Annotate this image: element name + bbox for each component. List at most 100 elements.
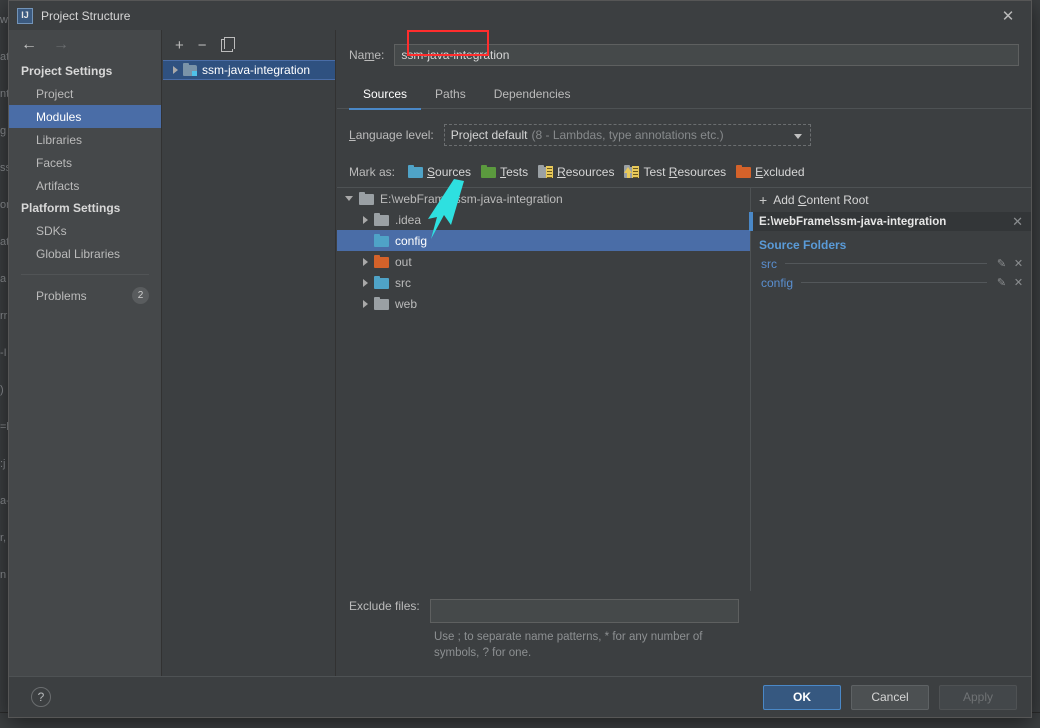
remove-module-button[interactable]: −: [198, 38, 207, 53]
module-name-row: Name:: [337, 30, 1031, 66]
remove-source-folder-icon[interactable]: ✕: [1012, 276, 1025, 289]
mark-as-sources-button[interactable]: Sources: [403, 162, 476, 182]
add-content-root-button[interactable]: + Add Content Root: [751, 188, 1031, 212]
tab-paths[interactable]: Paths: [421, 82, 480, 109]
sidebar-item-modules[interactable]: Modules: [9, 105, 161, 128]
exclude-files-block: Exclude files: Use ; to separate name pa…: [337, 591, 751, 659]
add-module-button[interactable]: +: [175, 38, 184, 53]
apply-button[interactable]: Apply: [939, 684, 1017, 710]
content-root-tree-node[interactable]: web: [337, 293, 750, 314]
language-level-row: Language level: Project default (8 - Lam…: [337, 109, 1031, 146]
folder-green-icon: [481, 165, 497, 178]
modules-toolbar: + −: [163, 30, 335, 53]
source-folder-row[interactable]: src ✎ ✕: [751, 254, 1031, 273]
sidebar-item-artifacts[interactable]: Artifacts: [9, 174, 161, 197]
mark-as-test-resources-label: Test Resources: [643, 165, 727, 179]
module-name-input[interactable]: [394, 44, 1019, 66]
sidebar-item-problems-label: Problems: [36, 288, 87, 303]
intellij-idea-icon: IJ: [17, 7, 33, 24]
modules-list-panel: + − ssm-java-integration: [163, 30, 336, 678]
content-root-tree-node-label: src: [395, 275, 411, 290]
source-folders-title: Source Folders: [759, 238, 847, 252]
source-folder-name: src: [761, 256, 777, 271]
mark-as-resources-label: Resources: [557, 165, 615, 179]
module-tree-item[interactable]: ssm-java-integration: [163, 60, 335, 80]
pencil-icon[interactable]: ✎: [995, 257, 1008, 270]
content-root-tree-node-label: out: [395, 254, 412, 269]
settings-sidebar: ← → Project Settings Project Modules Lib…: [9, 30, 162, 678]
sidebar-group-platform-settings: Platform Settings: [21, 201, 121, 215]
chevron-down-icon[interactable]: [345, 196, 353, 201]
content-root-details-panel: + Add Content Root E:\webFrame\ssm-java-…: [749, 187, 1031, 591]
mark-as-tests-label: Tests: [500, 165, 529, 179]
mark-as-excluded-label: Excluded: [755, 165, 805, 179]
content-root-tree-node-label: E:\webFrame\ssm-java-integration: [380, 191, 563, 206]
sidebar-group-project-settings: Project Settings: [21, 64, 113, 78]
chevron-right-icon[interactable]: [363, 278, 368, 287]
name-label: Name:: [349, 48, 385, 62]
source-folder-divider: [785, 263, 987, 264]
content-root-tree-node-label: .idea: [395, 212, 422, 227]
folder-blue-icon: [374, 233, 389, 247]
content-root-tree-node[interactable]: config: [337, 230, 750, 251]
sidebar-nav: ← →: [9, 30, 161, 60]
chevron-right-icon[interactable]: [363, 257, 368, 266]
mark-as-resources-button[interactable]: Resources: [533, 162, 619, 182]
sidebar-item-libraries[interactable]: Libraries: [9, 128, 161, 151]
mark-as-tests-button[interactable]: Tests: [476, 162, 533, 182]
content-root-tree-node[interactable]: src: [337, 272, 750, 293]
exclude-files-input[interactable]: [429, 599, 739, 623]
sidebar-item-project[interactable]: Project: [9, 82, 161, 105]
pencil-icon[interactable]: ✎: [995, 276, 1008, 289]
project-structure-dialog: IJ Project Structure ✕ ← → Project Setti…: [8, 0, 1032, 718]
plus-icon: +: [759, 192, 768, 208]
content-root-header: E:\webFrame\ssm-java-integration ✕: [751, 212, 1031, 231]
module-name-label: ssm-java-integration: [202, 63, 311, 77]
language-level-label: Language level:: [349, 128, 434, 142]
help-button[interactable]: ?: [31, 687, 51, 707]
language-level-hint: (8 - Lambdas, type annotations etc.): [531, 128, 724, 142]
chevron-down-icon[interactable]: [793, 134, 802, 139]
content-root-path: E:\webFrame\ssm-java-integration: [759, 215, 947, 228]
problems-count-badge: 2: [132, 287, 149, 304]
folder-resources-icon: [538, 165, 554, 178]
content-root-tree-node-label: web: [395, 296, 418, 311]
ok-button[interactable]: OK: [763, 684, 841, 710]
mark-as-test-resources-button[interactable]: Test Resources: [619, 162, 731, 182]
cancel-button[interactable]: Cancel: [851, 684, 929, 710]
module-icon: [183, 63, 197, 76]
tab-dependencies[interactable]: Dependencies: [480, 82, 585, 109]
source-folder-name: config: [761, 275, 794, 290]
sidebar-item-global-libraries[interactable]: Global Libraries: [9, 242, 161, 265]
exclude-files-hint: Use ; to separate name patterns, * for a…: [434, 631, 703, 659]
content-root-tree-node[interactable]: .idea: [337, 209, 750, 230]
folder-gray-icon: [374, 212, 389, 226]
chevron-right-icon[interactable]: [363, 299, 368, 308]
forward-arrow-icon: →: [53, 36, 69, 53]
folder-gray-icon: [374, 296, 389, 310]
language-level-select[interactable]: Project default (8 - Lambdas, type annot…: [443, 124, 811, 146]
content-root-tree-node[interactable]: out: [337, 251, 750, 272]
sidebar-divider: [21, 274, 149, 275]
content-root-tree: E:\webFrame\ssm-java-integration .idea con…: [337, 187, 751, 591]
mark-as-excluded-button[interactable]: Excluded: [731, 162, 809, 182]
mark-as-label: Mark as:: [349, 165, 396, 179]
sidebar-item-sdks[interactable]: SDKs: [9, 219, 161, 242]
module-tabs: Sources Paths Dependencies: [337, 82, 1031, 110]
content-root-tree-node[interactable]: E:\webFrame\ssm-java-integration: [337, 188, 750, 209]
folder-test-resources-icon: [624, 165, 640, 178]
close-icon[interactable]: ✕: [985, 1, 1031, 30]
back-arrow-icon[interactable]: ←: [21, 37, 37, 53]
chevron-right-icon[interactable]: [173, 66, 178, 74]
folder-orange-icon: [736, 165, 752, 178]
chevron-right-icon[interactable]: [363, 215, 368, 224]
dialog-titlebar: IJ Project Structure ✕: [9, 1, 1031, 30]
tab-sources[interactable]: Sources: [349, 82, 422, 110]
source-folder-row[interactable]: config ✎ ✕: [751, 273, 1031, 292]
copy-module-icon[interactable]: [220, 36, 235, 52]
sidebar-item-facets[interactable]: Facets: [9, 151, 161, 174]
sidebar-item-problems[interactable]: Problems 2: [9, 284, 161, 307]
remove-content-root-icon[interactable]: ✕: [1012, 214, 1023, 230]
remove-source-folder-icon[interactable]: ✕: [1012, 257, 1025, 270]
